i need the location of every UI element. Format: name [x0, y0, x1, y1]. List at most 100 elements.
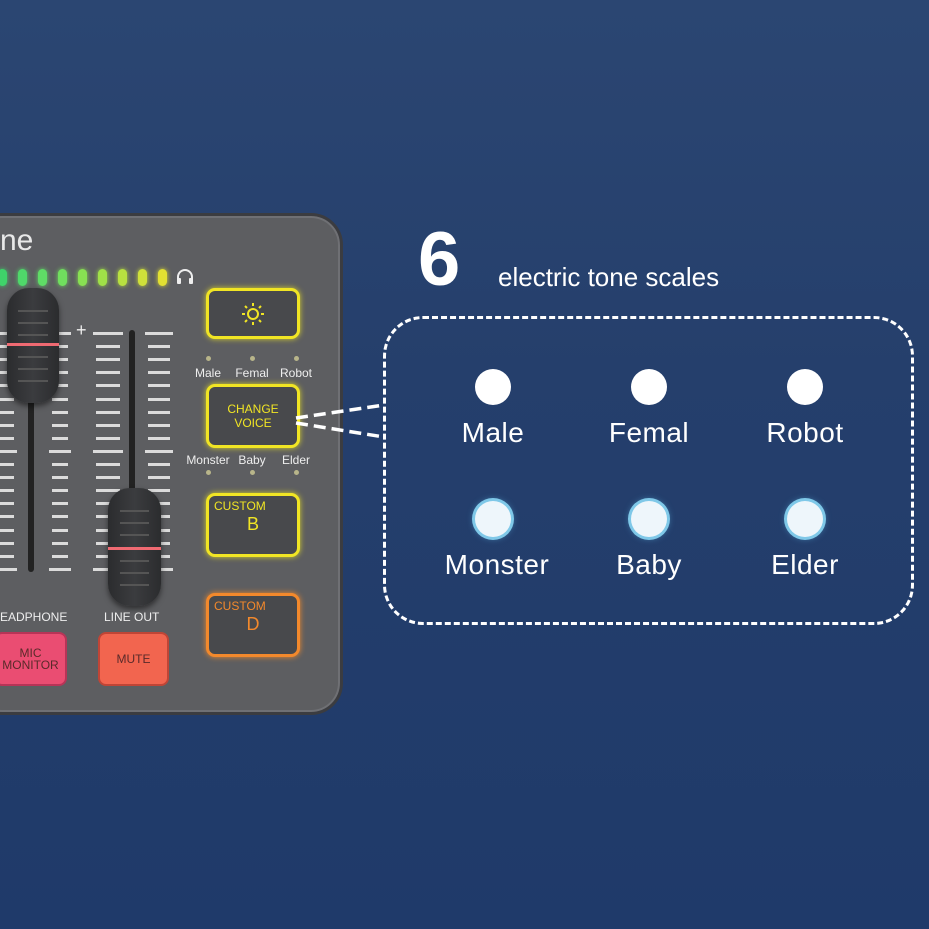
fader-tick	[148, 463, 170, 466]
fader-tick	[96, 345, 120, 349]
fader-tick	[49, 567, 71, 571]
voice-label: Elder	[281, 453, 310, 467]
fader-tick	[0, 541, 14, 545]
fader-tick	[0, 463, 14, 466]
headphone-label: EADPHONE	[0, 610, 68, 624]
voice-name: Femal	[608, 417, 690, 448]
level-led	[118, 269, 127, 286]
voice-name: Male	[461, 417, 525, 448]
fader-tick	[52, 423, 68, 427]
voice-dot	[631, 501, 667, 537]
custom-b-caption: CUSTOM	[214, 499, 266, 513]
fader-tick	[0, 397, 14, 401]
fader-tick	[0, 436, 14, 440]
line-out-label: LINE OUT	[104, 610, 160, 624]
fader-tick	[52, 528, 68, 532]
fader-tick	[52, 463, 68, 466]
fader-tick	[52, 436, 68, 440]
headphone-fader-knob[interactable]	[7, 288, 59, 403]
fader-tick	[96, 410, 120, 414]
fader-tick	[93, 449, 123, 453]
voice-name: Elder	[771, 549, 839, 580]
fader-tick	[96, 397, 120, 401]
headline-text: electric tone scales	[498, 262, 720, 292]
fader-tick	[96, 476, 120, 480]
voice-dot	[787, 501, 823, 537]
fader-tick	[96, 371, 120, 375]
fader-tick	[96, 358, 120, 362]
custom-d-letter: D	[246, 614, 260, 634]
voice-name: Baby	[616, 549, 682, 580]
fader-tick	[96, 463, 120, 466]
change-voice-line2: VOICE	[234, 416, 272, 430]
change-voice-button[interactable]: CHANGE VOICE	[206, 384, 300, 448]
voice-indicator-led	[250, 470, 255, 475]
level-led	[0, 269, 7, 286]
level-led	[18, 269, 27, 286]
fader-tick	[52, 502, 68, 506]
level-led	[98, 269, 107, 286]
fader-tick	[148, 345, 170, 349]
voice-indicator-led	[294, 470, 299, 475]
fader-tick	[96, 384, 120, 388]
fader-tick	[148, 436, 170, 440]
voice-dot	[631, 369, 667, 405]
sun-icon	[242, 302, 264, 325]
fader-tick	[148, 358, 170, 362]
fader-tick	[0, 528, 14, 532]
fader-tick	[93, 332, 123, 335]
mic-monitor-button[interactable]: MIC MONITOR	[0, 632, 67, 686]
level-led	[158, 269, 167, 286]
voice-label: Robot	[279, 366, 313, 380]
fader-tick	[148, 476, 170, 480]
fader-tick	[0, 554, 14, 558]
fader-tick	[52, 554, 68, 558]
fader-tick	[52, 397, 68, 401]
fader-tick	[0, 410, 14, 414]
mute-label: MUTE	[116, 652, 151, 666]
voice-name: Monster	[444, 549, 550, 580]
fader-tick	[96, 423, 120, 427]
fader-tick	[145, 332, 173, 335]
fader-tick	[52, 541, 68, 545]
voice-dot	[475, 369, 511, 405]
custom-b-letter: B	[246, 514, 259, 534]
fader-tick	[0, 449, 17, 453]
fader-tick	[52, 515, 68, 519]
fader-tick	[52, 410, 68, 414]
level-led	[38, 269, 47, 286]
mic-monitor-line2: MONITOR	[2, 658, 59, 672]
fader-tick	[148, 410, 170, 414]
brand-logo-fragment: ne	[0, 224, 34, 257]
fader-tick	[52, 476, 68, 480]
voice-indicator-led	[206, 356, 211, 361]
voice-name: Robot	[766, 417, 844, 448]
custom-b-button[interactable]: CUSTOM B	[206, 493, 300, 557]
fader-tick	[145, 449, 173, 453]
fader-tick	[0, 567, 17, 571]
fader-tick	[0, 476, 14, 480]
fader-tick	[96, 436, 120, 440]
fader-tick	[0, 515, 14, 519]
fader-tick	[49, 449, 71, 453]
fader-tick	[148, 423, 170, 427]
headphones-icon	[177, 269, 193, 284]
plus-mark: +	[76, 320, 87, 340]
fader-tick	[0, 423, 14, 427]
line-out-fader-knob[interactable]	[108, 488, 161, 606]
light-button[interactable]	[206, 288, 300, 339]
fader-tick	[52, 489, 68, 493]
voice-dot	[475, 501, 511, 537]
custom-d-caption: CUSTOM	[214, 599, 266, 613]
level-led	[78, 269, 87, 286]
callout-connector	[295, 403, 385, 439]
level-led	[58, 269, 67, 286]
fader-tick	[148, 397, 170, 401]
voice-dot	[787, 369, 823, 405]
voice-indicator-led	[206, 470, 211, 475]
fader-tick	[0, 489, 14, 493]
change-voice-line1: CHANGE	[227, 402, 279, 416]
headline-number: 6	[418, 217, 461, 302]
custom-d-button[interactable]: CUSTOM D	[206, 593, 300, 657]
mute-button[interactable]: MUTE	[98, 632, 169, 686]
